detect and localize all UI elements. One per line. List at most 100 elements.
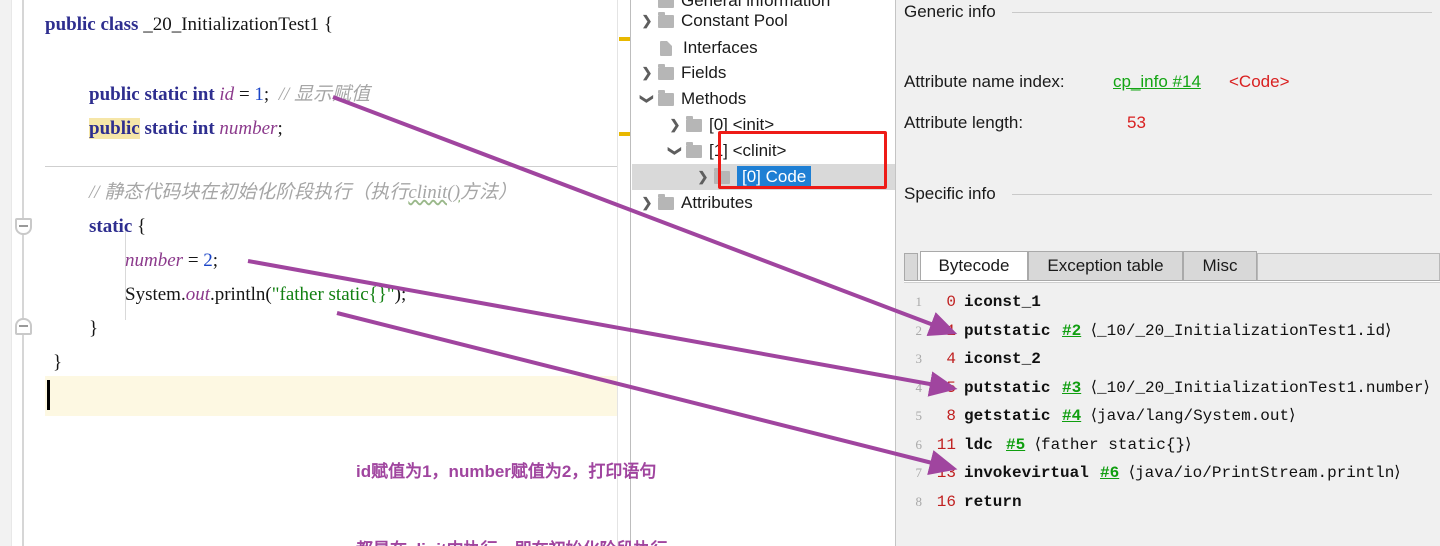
code-line[interactable]: public static int id = 1; // 显示赋值	[33, 78, 617, 112]
chevron-right-icon[interactable]: ❯	[636, 190, 658, 216]
bytecode-operands: #5 ⟨father static{}⟩	[1006, 431, 1191, 459]
tabstrip-underline	[904, 280, 1440, 283]
code-token: // 静态代码块在初始化阶段执行（执行	[89, 182, 409, 203]
bytecode-listing[interactable]: 1 0 iconst_1 2 1 putstatic #2 ⟨_10/_20_Initial…	[904, 288, 1440, 546]
code-token: class	[100, 14, 139, 35]
bytecode-offset: 16	[936, 492, 956, 511]
attribute-name-index-link[interactable]: cp_info #14	[1113, 72, 1201, 92]
code-token: // 显示赋值	[278, 84, 370, 105]
bytecode-row[interactable]: 6 11 ldc #5 ⟨father static{}⟩	[904, 431, 1440, 459]
bytecode-offset: 11	[936, 435, 956, 454]
bytecode-operand-text: ⟨_10/_20_InitializationTest1.number⟩	[1081, 378, 1430, 397]
code-token: ;	[277, 118, 283, 139]
code-line[interactable]: public class _20_InitializationTest1 {	[33, 8, 617, 42]
code-token: 方法）	[460, 182, 518, 203]
text-caret	[47, 380, 50, 410]
tree-node-attributes[interactable]: ❯ Attributes	[632, 190, 896, 216]
code-token: static	[89, 216, 133, 237]
bytecode-offset: 13	[936, 464, 956, 482]
specific-info-tabstrip[interactable]: Bytecode Exception table Misc	[904, 250, 1440, 280]
constant-pool-ref[interactable]: #2	[1062, 322, 1081, 340]
tree-node-fields[interactable]: ❯ Fields	[632, 60, 896, 86]
code-token: );	[394, 284, 407, 305]
code-line[interactable]: public static int number;	[33, 112, 617, 146]
annotation-note-line-2: 都是在clinit内执行，即在初始化阶段执行	[356, 537, 668, 546]
attribute-name-index-value: <Code>	[1229, 72, 1290, 91]
tabstrip-left-stub	[904, 253, 918, 280]
bytecode-operand-text: ⟨_10/_20_InitializationTest1.id⟩	[1081, 321, 1392, 340]
bytecode-opcode: return	[964, 492, 1022, 511]
code-line[interactable]: number = 2;	[33, 244, 617, 278]
folder-icon	[658, 193, 674, 210]
code-section-separator	[45, 166, 617, 167]
chevron-down-icon[interactable]: ❯	[662, 140, 688, 162]
code-token: .println(	[209, 284, 272, 305]
chevron-right-icon[interactable]: ❯	[636, 8, 658, 34]
annotation-note: id赋值为1，number赋值为2，打印语句 都是在clinit内执行，即在初始…	[356, 407, 668, 546]
bytecode-operand-text: ⟨java/io/PrintStream.println⟩	[1119, 464, 1401, 482]
code-line[interactable]: }	[33, 312, 617, 346]
folder-icon	[658, 63, 674, 80]
folder-icon	[658, 0, 674, 8]
code-line[interactable]: // 静态代码块在初始化阶段执行（执行clinit()方法）	[33, 176, 617, 210]
code-token: {	[132, 216, 147, 237]
code-token: out	[185, 284, 210, 305]
bytecode-row[interactable]: 2 1 putstatic #2 ⟨_10/_20_InitializationTes…	[904, 317, 1440, 345]
bytecode-offset: 4	[946, 350, 956, 368]
bytecode-line-number: 1	[915, 294, 923, 309]
specific-info-rule	[1012, 194, 1432, 195]
code-token: int	[192, 118, 215, 139]
constant-pool-ref[interactable]: #4	[1062, 407, 1081, 425]
tree-node-methods[interactable]: ❯ Methods	[632, 86, 896, 112]
fold-minus-icon	[19, 325, 28, 327]
chevron-right-icon[interactable]: ❯	[664, 112, 686, 138]
tree-node-label[interactable]: Fields	[681, 63, 726, 83]
code-token: 1	[254, 84, 264, 105]
code-token: static	[144, 118, 188, 139]
tab-misc[interactable]: Misc	[1183, 251, 1257, 280]
code-folding-rail[interactable]	[12, 0, 33, 546]
bytecode-row[interactable]: 5 8 getstatic #4 ⟨java/lang/System.out⟩	[904, 402, 1440, 430]
code-token: {	[319, 14, 334, 35]
chevron-right-icon[interactable]: ❯	[636, 60, 658, 86]
bytecode-row[interactable]: 8 16 return	[904, 488, 1440, 516]
tabstrip-filler	[1257, 253, 1440, 280]
chevron-down-icon[interactable]: ❯	[634, 88, 660, 110]
tree-node-label[interactable]: Constant Pool	[681, 11, 788, 31]
code-token: public	[45, 14, 96, 35]
fold-toggle-close[interactable]	[15, 318, 32, 335]
constant-pool-ref[interactable]: #5	[1006, 436, 1025, 454]
classfile-tree[interactable]: General information ❯ Constant Pool Interfa…	[632, 0, 896, 546]
code-line[interactable]: static {	[33, 210, 617, 244]
code-token: static	[144, 84, 188, 105]
folder-icon	[658, 11, 674, 28]
generic-info-rule	[1012, 12, 1432, 13]
bytecode-line-number: 2	[915, 322, 923, 338]
tree-node-label[interactable]: Methods	[681, 89, 746, 109]
bytecode-opcode: putstatic	[964, 378, 1051, 397]
code-token: public	[89, 118, 140, 139]
tree-node-interfaces[interactable]: Interfaces	[632, 35, 896, 61]
bytecode-row[interactable]: 4 5 putstatic #3 ⟨_10/_20_InitializationTes…	[904, 374, 1440, 402]
code-token: public	[89, 84, 140, 105]
constant-pool-ref[interactable]: #3	[1062, 379, 1081, 397]
code-line[interactable]: }	[33, 346, 617, 380]
bytecode-row[interactable]: 3 4 iconst_2	[904, 345, 1440, 373]
tree-node-constant-pool[interactable]: ❯ Constant Pool	[632, 8, 896, 34]
folder-icon	[686, 141, 702, 158]
code-token: number	[219, 118, 278, 139]
bytecode-row[interactable]: 1 0 iconst_1	[904, 288, 1440, 316]
tree-node-label[interactable]: Attributes	[681, 193, 753, 213]
tree-node-label[interactable]: Interfaces	[683, 38, 758, 58]
tab-exception-table[interactable]: Exception table	[1028, 251, 1183, 280]
bytecode-operand-text: ⟨father static{}⟩	[1025, 435, 1192, 454]
fold-toggle-open[interactable]	[15, 218, 32, 235]
tab-bytecode[interactable]: Bytecode	[920, 251, 1028, 280]
code-token: }	[89, 318, 99, 339]
bytecode-line-number: 5	[915, 408, 923, 423]
bytecode-row[interactable]: 7 13 invokevirtual #6 ⟨java/io/PrintStream.…	[904, 459, 1440, 487]
chevron-right-icon[interactable]: ❯	[692, 164, 714, 190]
code-line[interactable]: System.out.println("father static{}");	[33, 278, 617, 312]
constant-pool-ref[interactable]: #6	[1100, 464, 1119, 482]
code-token: _20_InitializationTest1	[143, 14, 320, 35]
